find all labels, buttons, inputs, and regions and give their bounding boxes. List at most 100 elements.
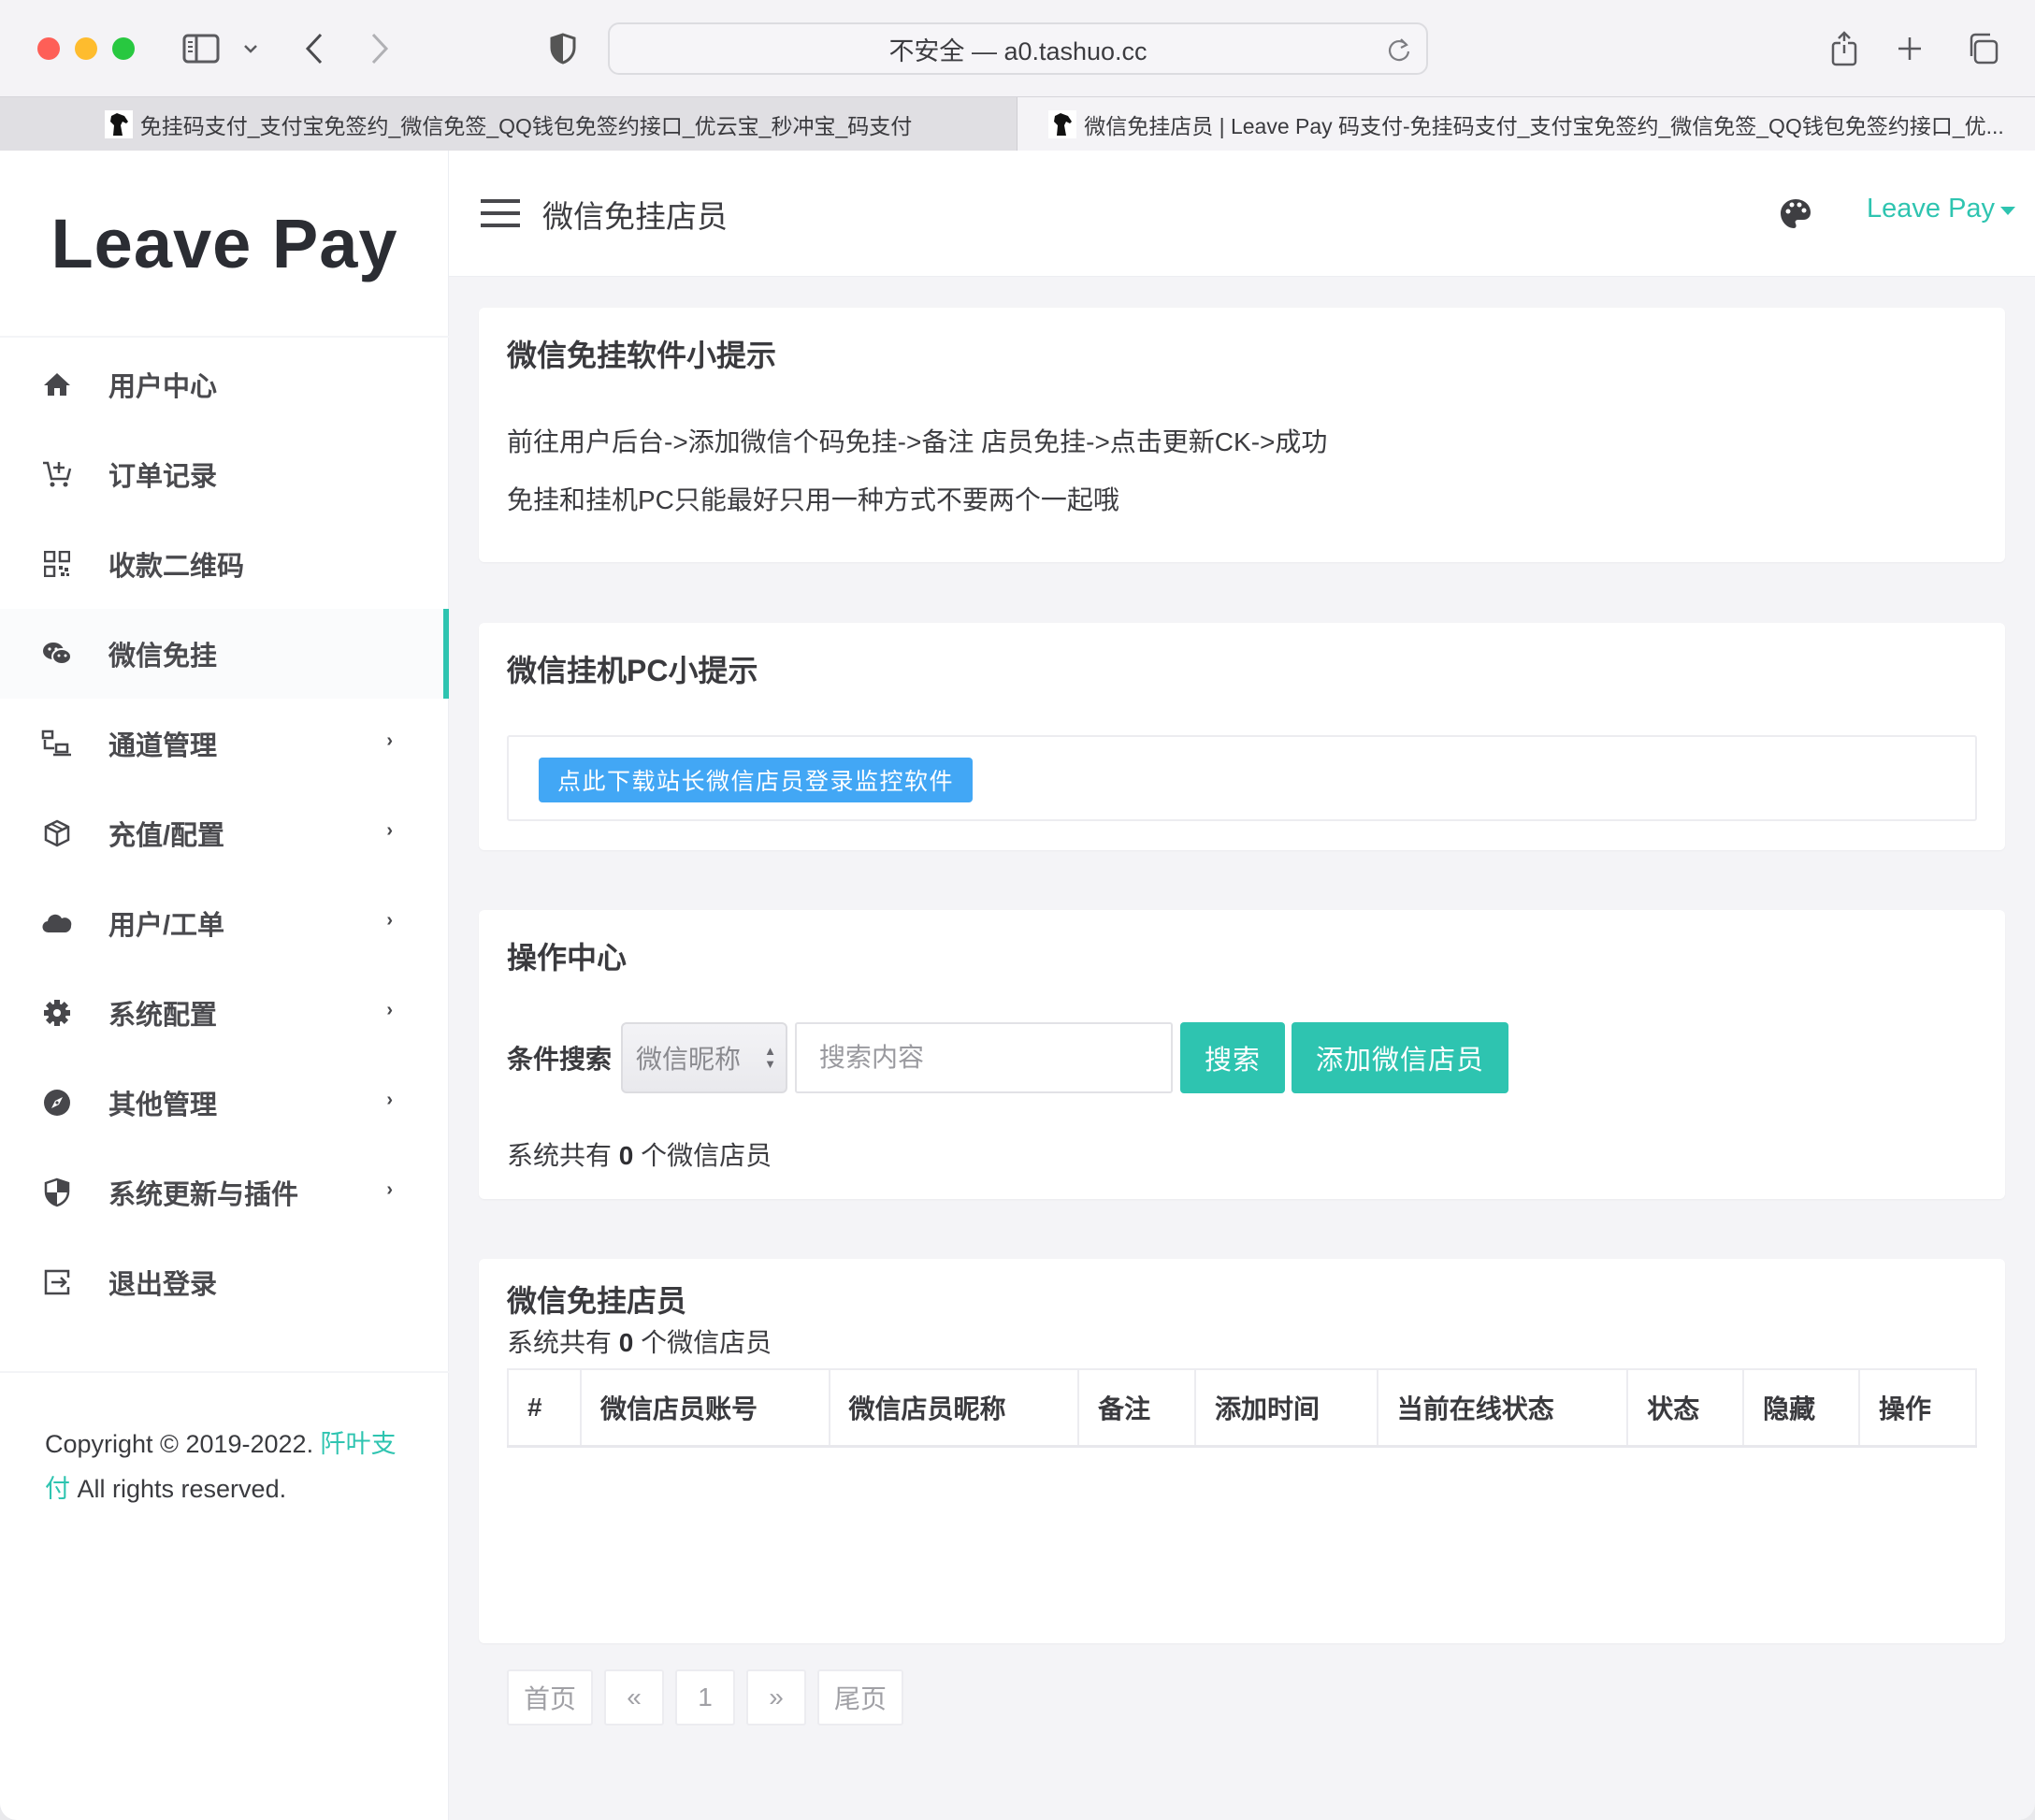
- privacy-report-button[interactable]: [546, 28, 580, 69]
- sidebar-item-label: 系统更新与插件: [108, 1180, 299, 1210]
- forward-button[interactable]: [363, 28, 397, 69]
- compass-icon: [41, 1087, 73, 1119]
- caret-down-icon: [2000, 207, 2016, 215]
- prev-page-button[interactable]: «: [604, 1669, 665, 1726]
- browser-tab[interactable]: 免挂码支付_支付宝免签约_微信免签_QQ钱包免签约接口_优云宝_秒冲宝_码支付: [0, 97, 1018, 151]
- sidebar-item-logout[interactable]: 退出登录: [0, 1237, 449, 1327]
- sidebar-item-users-tickets[interactable]: 用户/工单 ›: [0, 878, 449, 968]
- zoom-window-button[interactable]: [112, 37, 135, 60]
- sidebar-item-label: 充值/配置: [108, 821, 225, 851]
- address-text: 不安全 — a0.tashuo.cc: [888, 36, 1147, 65]
- add-wechat-clerk-button[interactable]: 添加微信店员: [1292, 1022, 1509, 1093]
- column-header-online-status[interactable]: 当前在线状态: [1376, 1369, 1629, 1446]
- column-header-status[interactable]: 状态: [1626, 1369, 1745, 1446]
- search-button[interactable]: 搜索: [1180, 1022, 1286, 1093]
- close-window-button[interactable]: [37, 37, 60, 60]
- last-page-button[interactable]: 尾页: [817, 1669, 904, 1726]
- first-page-button[interactable]: 首页: [507, 1669, 594, 1726]
- sidebar-item-orders[interactable]: 订单记录: [0, 429, 449, 519]
- wechat-icon: [41, 638, 73, 670]
- back-button[interactable]: [297, 28, 331, 69]
- top-header: 微信免挂店员 Leave Pay: [449, 151, 2035, 277]
- plus-icon: [1898, 37, 1921, 60]
- browser-tab-active[interactable]: 微信免挂店员 | Leave Pay 码支付-免挂码支付_支付宝免签约_微信免签…: [1018, 97, 2035, 151]
- sidebar-icon: [182, 34, 220, 64]
- column-header-added-time[interactable]: 添加时间: [1193, 1369, 1378, 1446]
- tab-overview-button[interactable]: [1962, 28, 2003, 69]
- sidebar-menu-button[interactable]: [239, 28, 262, 69]
- chevron-left-icon: [305, 33, 323, 65]
- search-field-select[interactable]: 微信昵称 ▲ ▼: [621, 1022, 788, 1093]
- minimize-window-button[interactable]: [75, 37, 97, 60]
- page: Leave Pay 用户中心 订单记录 收款二维码 微信免挂 通道管理 › 充值…: [0, 151, 2035, 1820]
- brand-logo[interactable]: Leave Pay: [0, 151, 449, 338]
- chevron-right-icon: ›: [386, 1179, 393, 1200]
- sidebar-item-channels[interactable]: 通道管理 ›: [0, 699, 449, 788]
- chevron-right-icon: ›: [386, 1000, 393, 1020]
- reload-icon[interactable]: [1385, 36, 1413, 64]
- count-value: 0: [618, 1141, 634, 1170]
- logout-icon: [41, 1266, 73, 1298]
- column-header-actions[interactable]: 操作: [1858, 1369, 1977, 1446]
- hamburger-icon: [481, 199, 520, 203]
- sidebar-nav: 用户中心 订单记录 收款二维码 微信免挂 通道管理 › 充值/配置 › 用户/工…: [0, 339, 449, 1327]
- count-value: 0: [618, 1328, 634, 1357]
- column-header-remark[interactable]: 备注: [1077, 1369, 1196, 1446]
- sidebar-item-qrcode[interactable]: 收款二维码: [0, 519, 449, 609]
- sidebar-item-label: 通道管理: [108, 731, 218, 761]
- count-prefix: 系统共有: [507, 1328, 619, 1357]
- clerk-table: # 微信店员账号 微信店员昵称 备注 添加时间 当前在线状态 状态 隐藏 操作: [507, 1368, 1977, 1448]
- search-form: 条件搜索 微信昵称 ▲▼ 搜索 添加微信店员: [507, 1022, 1515, 1093]
- sidebar-item-label: 订单记录: [108, 462, 218, 492]
- sidebar-item-label: 微信免挂: [108, 642, 218, 672]
- shield-half-icon: [41, 1177, 73, 1208]
- pc-tips-card: 微信挂机PC小提示 点此下载站长微信店员登录监控软件: [479, 623, 2005, 850]
- pagination: 首页 « 1 » 尾页: [507, 1669, 915, 1726]
- copyright-footer: Copyright © 2019-2022. 阡叶支付 All rights r…: [0, 1371, 449, 1511]
- new-tab-button[interactable]: [1891, 28, 1928, 69]
- column-header-hidden[interactable]: 隐藏: [1742, 1369, 1861, 1446]
- cube-icon: [41, 817, 73, 849]
- cloud-icon: [41, 907, 73, 939]
- tab-title: 免挂码支付_支付宝免签约_微信免签_QQ钱包免签约接口_优云宝_秒冲宝_码支付: [139, 113, 913, 138]
- next-page-button[interactable]: »: [746, 1669, 807, 1726]
- column-header-nickname[interactable]: 微信店员昵称: [828, 1369, 1080, 1446]
- select-value: 微信昵称: [636, 1045, 742, 1074]
- count-prefix: 系统共有: [507, 1141, 619, 1170]
- user-dropdown[interactable]: Leave Pay: [1867, 194, 2016, 224]
- address-bar[interactable]: 不安全 — a0.tashuo.cc: [608, 22, 1428, 75]
- column-header-index[interactable]: #: [507, 1369, 582, 1446]
- copyright-prefix: Copyright © 2019-2022.: [45, 1430, 321, 1458]
- menu-toggle-button[interactable]: [481, 199, 520, 229]
- share-button[interactable]: [1826, 28, 1863, 69]
- chevron-right-icon: ›: [386, 1090, 393, 1110]
- sidebar-item-label: 收款二维码: [108, 552, 245, 582]
- hamburger-icon: [481, 211, 520, 215]
- sidebar-item-user-center[interactable]: 用户中心: [0, 339, 449, 429]
- browser-toolbar: 不安全 — a0.tashuo.cc: [0, 0, 2035, 96]
- page-number-button[interactable]: 1: [675, 1669, 736, 1726]
- card-title: 微信挂机PC小提示: [507, 654, 758, 687]
- chevron-right-icon: ›: [386, 820, 393, 841]
- sidebar-item-recharge-config[interactable]: 充值/配置 ›: [0, 788, 449, 878]
- download-software-button[interactable]: 点此下载站长微信店员登录监控软件: [539, 758, 974, 802]
- tab-title: 微信免挂店员 | Leave Pay 码支付-免挂码支付_支付宝免签约_微信免签…: [1084, 113, 2004, 138]
- clerk-list-card: 微信免挂店员 系统共有 0 个微信店员 # 微信店员账号 微信店员昵称 备注 添…: [479, 1259, 2005, 1726]
- table-header-row: # 微信店员账号 微信店员昵称 备注 添加时间 当前在线状态 状态 隐藏 操作: [507, 1369, 1977, 1446]
- clerk-count: 系统共有 0 个微信店员: [507, 1322, 772, 1360]
- chevron-right-icon: ›: [386, 910, 393, 931]
- sidebar-item-wechat[interactable]: 微信免挂: [0, 609, 449, 699]
- chevron-right-icon: [371, 33, 389, 65]
- select-arrows-icon: ▲ ▼: [764, 1044, 777, 1071]
- chevron-right-icon: ›: [386, 730, 393, 751]
- palette-icon[interactable]: [1779, 197, 1812, 231]
- card-title: 微信免挂软件小提示: [507, 339, 777, 372]
- sidebar-item-other[interactable]: 其他管理 ›: [0, 1058, 449, 1148]
- sidebar-item-updates-plugins[interactable]: 系统更新与插件 ›: [0, 1148, 449, 1237]
- search-input[interactable]: [795, 1022, 1174, 1093]
- sidebar-item-label: 其他管理: [108, 1091, 218, 1120]
- sidebar-toggle-button[interactable]: [181, 28, 221, 69]
- operation-center-card: 操作中心 条件搜索 微信昵称 ▲▼ 搜索 添加微信店员 系统共有 0 个微信店员: [479, 910, 2005, 1199]
- column-header-account[interactable]: 微信店员账号: [579, 1369, 830, 1446]
- sidebar-item-system-config[interactable]: 系统配置 ›: [0, 968, 449, 1058]
